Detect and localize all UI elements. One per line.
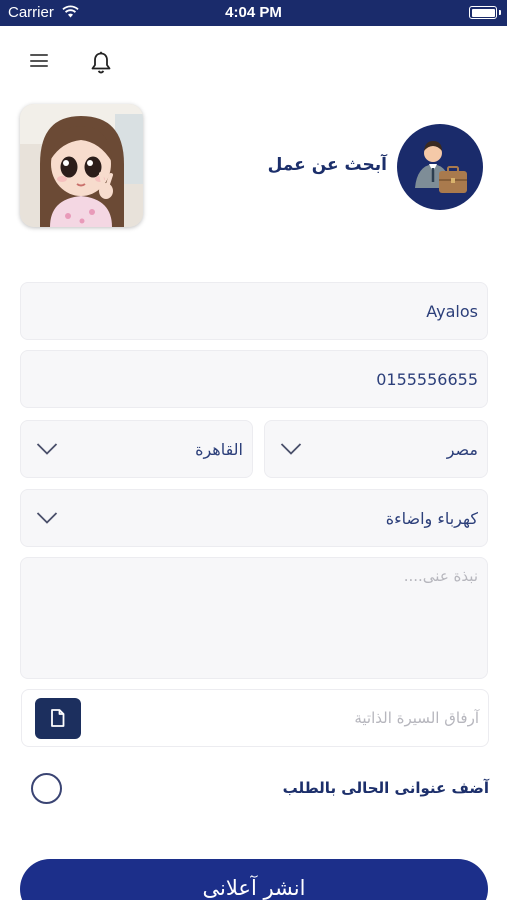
add-address-label: آضف عنوانى الحالى بالطلب xyxy=(282,779,489,797)
publish-ad-button[interactable]: انشر آعلانى xyxy=(20,859,488,900)
cv-attachment-field[interactable]: آرفاق السيرة الذاتية xyxy=(21,689,489,747)
chevron-down-icon xyxy=(36,443,58,455)
status-bar: Carrier 4:04 PM xyxy=(0,0,507,26)
category-value: كهرباء واضاءة xyxy=(385,509,478,528)
name-field[interactable]: Ayalos xyxy=(20,282,488,340)
country-value: مصر xyxy=(446,440,478,459)
hamburger-menu-icon[interactable] xyxy=(30,54,48,68)
chevron-down-icon xyxy=(36,512,58,524)
bio-textarea[interactable]: نبذة عنى.... xyxy=(20,557,488,679)
bell-icon[interactable] xyxy=(90,51,112,75)
country-select[interactable]: مصر xyxy=(264,420,488,478)
job-seeker-briefcase-icon xyxy=(397,124,483,210)
page-title: آبحث عن عمل xyxy=(267,155,387,175)
avatar[interactable] xyxy=(20,104,143,227)
city-value: القاهرة xyxy=(195,440,243,459)
chevron-down-icon xyxy=(280,443,302,455)
bio-placeholder: نبذة عنى.... xyxy=(403,567,478,585)
phone-field[interactable]: 0155556655 xyxy=(20,350,488,408)
name-value: Ayalos xyxy=(426,302,478,321)
user-avatar-illustration xyxy=(20,104,143,227)
add-address-radio[interactable] xyxy=(31,773,62,804)
attach-file-button[interactable] xyxy=(35,698,81,739)
cv-placeholder: آرفاق السيرة الذاتية xyxy=(354,709,479,727)
city-select[interactable]: القاهرة xyxy=(20,420,253,478)
battery-icon xyxy=(469,6,501,19)
phone-value: 0155556655 xyxy=(376,370,478,389)
status-time: 4:04 PM xyxy=(225,4,282,21)
file-icon xyxy=(51,709,65,727)
category-select[interactable]: كهرباء واضاءة xyxy=(20,489,488,547)
